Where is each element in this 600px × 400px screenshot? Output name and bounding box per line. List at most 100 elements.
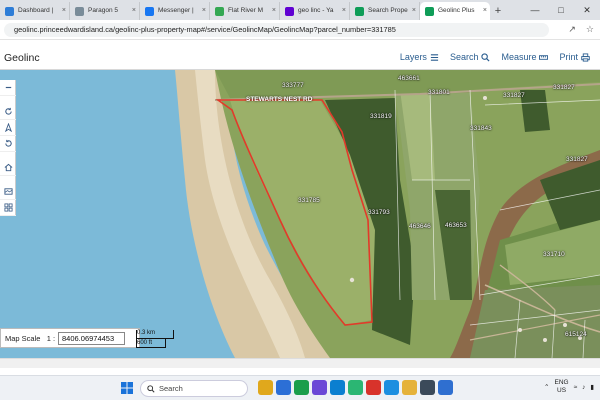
battery-icon[interactable]: ▮	[590, 383, 594, 391]
taskbar-app-icon[interactable]	[276, 380, 291, 395]
minimize-icon[interactable]: —	[522, 0, 548, 20]
tab-favicon-icon	[215, 7, 224, 16]
taskbar-app-icon[interactable]	[402, 380, 417, 395]
taskbar-search[interactable]: Search	[140, 380, 248, 397]
browser-tab[interactable]: Messenger | ×	[140, 2, 210, 20]
map-toolbar	[0, 80, 16, 216]
windows-start-icon[interactable]	[121, 382, 133, 394]
taskbar-app-icon[interactable]	[438, 380, 453, 395]
tab-close-icon[interactable]: ×	[412, 2, 416, 20]
taskbar-app-icon[interactable]	[330, 380, 345, 395]
tab-close-icon[interactable]: ×	[342, 2, 346, 20]
browser-tab[interactable]: Paragon 5 ×	[70, 2, 140, 20]
browser-tab[interactable]: Search Prope ×	[350, 2, 420, 20]
taskbar-app-icon[interactable]	[366, 380, 381, 395]
bookmark-star-icon[interactable]: ☆	[586, 24, 594, 35]
print-label: Print	[559, 52, 578, 62]
tab-label: Paragon 5	[88, 7, 118, 14]
search-icon	[147, 385, 155, 393]
taskbar-app-icon[interactable]	[348, 380, 363, 395]
parcel-label[interactable]: 331827	[503, 92, 525, 99]
browser-tab[interactable]: Geolinc Plus ×	[420, 2, 490, 20]
wifi-icon[interactable]: ≈	[574, 384, 578, 391]
taskbar-app-icon[interactable]	[312, 380, 327, 395]
close-icon[interactable]: ✕	[574, 0, 600, 20]
map-scale-box: Map Scale 1 : 8406.06974453	[0, 328, 140, 348]
north-arrow-button[interactable]	[0, 120, 16, 136]
app-logo[interactable]: Geolinc	[4, 52, 40, 64]
parcel-label[interactable]: 331785	[298, 197, 320, 204]
tab-close-icon[interactable]: ×	[62, 2, 66, 20]
layers-button[interactable]: Layers	[400, 52, 439, 62]
home-extent-button[interactable]	[0, 160, 16, 176]
zoom-out-button[interactable]	[0, 80, 16, 96]
grid-view-button[interactable]	[0, 200, 16, 216]
volume-icon[interactable]: ♪	[582, 384, 585, 391]
tab-close-icon[interactable]: ×	[272, 2, 276, 20]
scale-bar-km: 0.3 km	[137, 330, 156, 336]
new-tab-button[interactable]: +	[490, 2, 506, 20]
address-bar-actions: ↗ ☆	[568, 24, 594, 35]
parcel-label[interactable]: 615124	[565, 331, 587, 338]
tab-label: Flat River M	[228, 7, 264, 14]
tab-favicon-icon	[425, 7, 434, 16]
rotate-right-button[interactable]	[0, 136, 16, 152]
tab-close-icon[interactable]: ×	[202, 2, 206, 20]
taskbar-app-icon[interactable]	[420, 380, 435, 395]
taskbar-search-placeholder: Search	[159, 384, 183, 393]
app-header: Geolinc Layers Search Measure Print	[0, 46, 600, 70]
tab-favicon-icon	[355, 7, 364, 16]
print-button[interactable]: Print	[559, 52, 590, 62]
parcel-label[interactable]: 331827	[553, 84, 575, 91]
parcel-label[interactable]: 331827	[566, 156, 588, 163]
maximize-icon[interactable]: □	[548, 0, 574, 20]
language-indicator[interactable]: ENG US	[555, 379, 569, 395]
tab-favicon-icon	[5, 7, 14, 16]
parcel-label[interactable]: 333777	[282, 82, 304, 89]
tab-close-icon[interactable]: ×	[132, 2, 136, 20]
app-nav: Layers Search Measure Print	[400, 52, 590, 62]
map-scale-input[interactable]: 8406.06974453	[58, 332, 125, 345]
rotate-left-button[interactable]	[0, 104, 16, 120]
page-scrollbar[interactable]	[0, 358, 600, 368]
tab-label: Geolinc Plus	[438, 7, 475, 14]
share-icon[interactable]: ↗	[568, 24, 576, 35]
road-label: STEWARTS NEST RD	[246, 96, 313, 103]
tab-label: Search Prope	[368, 7, 408, 14]
url-field[interactable]: geolinc.princeedwardisland.ca/geolinc-pl…	[4, 23, 549, 37]
parcel-label[interactable]: 463646	[409, 223, 431, 230]
browser-tab[interactable]: Flat River M ×	[210, 2, 280, 20]
tab-favicon-icon	[145, 7, 154, 16]
tab-close-icon[interactable]: ×	[483, 2, 487, 20]
system-tray: ⌃ ENG US ≈ ♪ ▮	[544, 379, 594, 395]
parcel-label[interactable]: 331793	[368, 209, 390, 216]
taskbar-app-icon[interactable]	[294, 380, 309, 395]
layers-label: Layers	[399, 52, 427, 62]
measure-button[interactable]: Measure	[501, 52, 549, 62]
rotate-right-icon	[4, 139, 12, 147]
parcel-label[interactable]: 463653	[445, 222, 467, 229]
parcel-label[interactable]: 331801	[428, 89, 450, 96]
tab-favicon-icon	[75, 7, 84, 16]
tab-label: Messenger |	[158, 7, 194, 14]
tab-label: Dashboard |	[18, 7, 54, 14]
browser-tab[interactable]: geo linc - Ya ×	[280, 2, 350, 20]
parcel-label[interactable]: 331819	[370, 113, 392, 120]
tab-label: geo linc - Ya	[298, 7, 334, 14]
browser-tab-strip: Dashboard | × Paragon 5 × Messenger | × Flat R…	[0, 0, 600, 20]
parcel-label[interactable]: 463661	[398, 75, 420, 82]
taskbar-app-icon[interactable]	[258, 380, 273, 395]
measure-label: Measure	[501, 52, 537, 62]
os-taskbar: Search ⌃ ENG US ≈ ♪ ▮	[0, 375, 600, 400]
browser-tab[interactable]: Dashboard | ×	[0, 2, 70, 20]
parcel-label[interactable]: 331710	[543, 251, 565, 258]
property-map[interactable]: STEWARTS NEST RD 333777 463661 331801 33…	[0, 70, 600, 358]
ruler-icon	[539, 54, 549, 60]
taskbar-apps	[258, 380, 453, 395]
home-icon	[4, 163, 12, 172]
basemap-button[interactable]	[0, 184, 16, 200]
chevron-up-icon[interactable]: ⌃	[544, 383, 549, 391]
parcel-label[interactable]: 331843	[470, 125, 492, 132]
search-button[interactable]: Search	[450, 52, 491, 62]
taskbar-app-icon[interactable]	[384, 380, 399, 395]
